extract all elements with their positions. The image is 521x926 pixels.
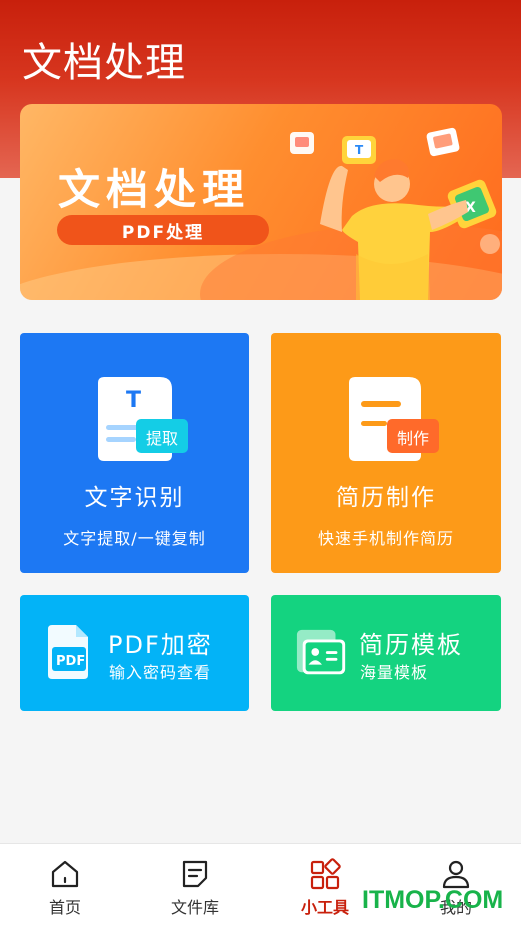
watermark: ITMOP.COM xyxy=(362,886,504,914)
nav-label-files: 文件库 xyxy=(170,898,219,917)
tool-card-pdf-encrypt[interactable]: PDF PDF加密 输入密码查看 xyxy=(20,595,249,711)
nav-label-home: 首页 xyxy=(48,898,81,917)
tool-card-resume[interactable]: 制作 简历制作 快速手机制作简历 xyxy=(271,333,501,573)
nav-item-files[interactable]: 文件库 xyxy=(130,844,260,926)
ocr-title: 文字识别 xyxy=(84,485,185,511)
pdf-encrypt-title: PDF加密 xyxy=(108,631,213,659)
resume-template-title: 简历模板 xyxy=(359,631,463,659)
banner-pill: PDF处理 xyxy=(57,215,269,245)
pdf-icon-label: PDF xyxy=(56,654,85,669)
resume-title: 简历制作 xyxy=(336,485,436,511)
tool-card-resume-template[interactable]: 简历模板 海量模板 xyxy=(271,595,501,711)
nav-item-home[interactable]: 首页 xyxy=(0,844,130,926)
home-icon xyxy=(51,860,79,888)
svg-text:T: T xyxy=(126,388,141,413)
banner-title: 文档处理 xyxy=(58,165,251,214)
resume-badge: 制作 xyxy=(396,429,429,448)
resume-template-subtitle: 海量模板 xyxy=(360,663,429,682)
document-icon xyxy=(182,860,208,888)
page-title: 文档处理 xyxy=(22,40,186,86)
ocr-subtitle: 文字提取/一键复制 xyxy=(63,529,206,548)
person-holding-documents-illustration: T X xyxy=(290,127,500,300)
nav-label-tools: 小工具 xyxy=(300,898,349,917)
pdf-encrypt-subtitle: 输入密码查看 xyxy=(109,663,212,682)
promo-banner[interactable]: 文档处理 PDF处理 T X xyxy=(20,104,502,300)
tools-grid-icon xyxy=(310,858,341,890)
svg-text:T: T xyxy=(355,143,364,157)
id-card-icon xyxy=(296,629,346,675)
pdf-file-icon: PDF xyxy=(48,625,88,679)
tool-card-ocr[interactable]: T 提取 文字识别 文字提取/一键复制 xyxy=(20,333,249,573)
resume-subtitle: 快速手机制作简历 xyxy=(317,529,454,548)
ocr-badge: 提取 xyxy=(145,429,178,448)
